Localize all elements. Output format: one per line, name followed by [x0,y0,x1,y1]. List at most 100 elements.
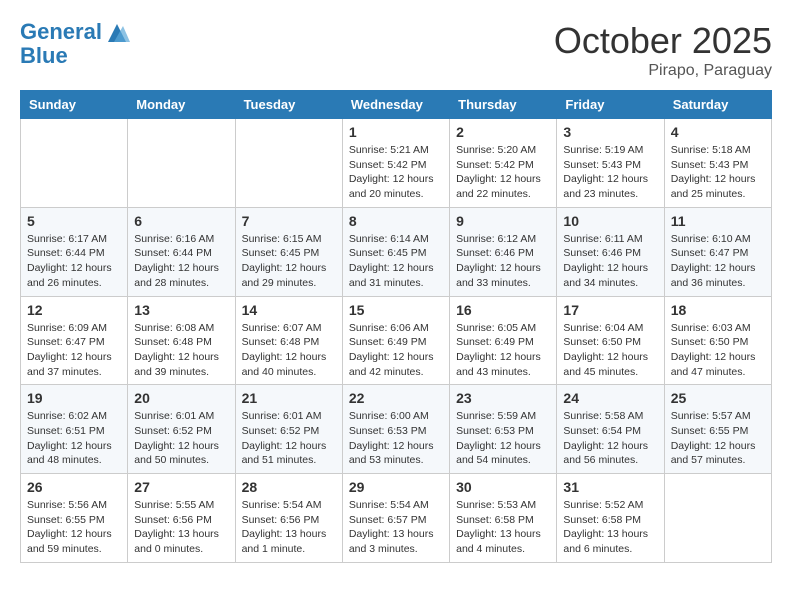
calendar-week-row: 5 Sunrise: 6:17 AM Sunset: 6:44 PM Daylig… [21,207,772,296]
day-number: 10 [563,213,657,229]
calendar-cell: 2 Sunrise: 5:20 AM Sunset: 5:42 PM Daylig… [450,119,557,208]
day-number: 18 [671,302,765,318]
day-number: 31 [563,479,657,495]
day-number: 3 [563,124,657,140]
day-number: 12 [27,302,121,318]
day-of-week-header: Thursday [450,91,557,119]
calendar-cell: 26 Sunrise: 5:56 AM Sunset: 6:55 PM Dayli… [21,474,128,563]
day-number: 26 [27,479,121,495]
day-info: Sunrise: 6:17 AM Sunset: 6:44 PM Dayligh… [27,232,121,291]
day-info: Sunrise: 6:07 AM Sunset: 6:48 PM Dayligh… [242,321,336,380]
day-number: 11 [671,213,765,229]
day-info: Sunrise: 5:56 AM Sunset: 6:55 PM Dayligh… [27,498,121,557]
day-number: 1 [349,124,443,140]
day-number: 16 [456,302,550,318]
day-info: Sunrise: 6:12 AM Sunset: 6:46 PM Dayligh… [456,232,550,291]
page-header: General Blue October 2025 Pirapo, Paragu… [20,20,772,80]
logo-icon [104,22,130,44]
calendar-cell: 27 Sunrise: 5:55 AM Sunset: 6:56 PM Dayli… [128,474,235,563]
title-block: October 2025 Pirapo, Paraguay [554,20,772,80]
day-number: 9 [456,213,550,229]
day-info: Sunrise: 5:53 AM Sunset: 6:58 PM Dayligh… [456,498,550,557]
day-number: 30 [456,479,550,495]
day-of-week-header: Tuesday [235,91,342,119]
calendar-cell: 22Sunrise: 6:00 AM Sunset: 6:53 PM Dayli… [342,385,449,474]
calendar-cell: 19 Sunrise: 6:02 AM Sunset: 6:51 PM Dayli… [21,385,128,474]
calendar-cell: 29 Sunrise: 5:54 AM Sunset: 6:57 PM Dayli… [342,474,449,563]
day-number: 20 [134,390,228,406]
calendar-cell: 14 Sunrise: 6:07 AM Sunset: 6:48 PM Dayli… [235,296,342,385]
day-info: Sunrise: 6:03 AM Sunset: 6:50 PM Dayligh… [671,321,765,380]
day-number: 17 [563,302,657,318]
day-info: Sunrise: 5:57 AM Sunset: 6:55 PM Dayligh… [671,409,765,468]
day-number: 7 [242,213,336,229]
day-info: Sunrise: 6:01 AM Sunset: 6:52 PM Dayligh… [242,409,336,468]
calendar-cell: 30 Sunrise: 5:53 AM Sunset: 6:58 PM Dayli… [450,474,557,563]
day-info: Sunrise: 5:18 AM Sunset: 5:43 PM Dayligh… [671,143,765,202]
day-number: 28 [242,479,336,495]
day-number: 13 [134,302,228,318]
location-subtitle: Pirapo, Paraguay [554,62,772,80]
day-info: Sunrise: 5:55 AM Sunset: 6:56 PM Dayligh… [134,498,228,557]
calendar-cell: 17Sunrise: 6:04 AM Sunset: 6:50 PM Dayli… [557,296,664,385]
day-info: Sunrise: 5:54 AM Sunset: 6:56 PM Dayligh… [242,498,336,557]
calendar-cell [664,474,771,563]
day-info: Sunrise: 6:01 AM Sunset: 6:52 PM Dayligh… [134,409,228,468]
day-number: 21 [242,390,336,406]
calendar-table: SundayMondayTuesdayWednesdayThursdayFrid… [20,90,772,563]
calendar-cell: 10 Sunrise: 6:11 AM Sunset: 6:46 PM Dayli… [557,207,664,296]
day-number: 19 [27,390,121,406]
calendar-cell: 28 Sunrise: 5:54 AM Sunset: 6:56 PM Dayli… [235,474,342,563]
day-info: Sunrise: 6:10 AM Sunset: 6:47 PM Dayligh… [671,232,765,291]
day-info: Sunrise: 6:11 AM Sunset: 6:46 PM Dayligh… [563,232,657,291]
day-info: Sunrise: 6:14 AM Sunset: 6:45 PM Dayligh… [349,232,443,291]
day-number: 15 [349,302,443,318]
day-number: 14 [242,302,336,318]
day-number: 4 [671,124,765,140]
day-info: Sunrise: 5:20 AM Sunset: 5:42 PM Dayligh… [456,143,550,202]
day-number: 29 [349,479,443,495]
day-number: 8 [349,213,443,229]
day-number: 24 [563,390,657,406]
month-title: October 2025 [554,20,772,62]
calendar-cell [235,119,342,208]
calendar-cell [21,119,128,208]
day-number: 27 [134,479,228,495]
calendar-cell: 15Sunrise: 6:06 AM Sunset: 6:49 PM Dayli… [342,296,449,385]
logo-line2: Blue [20,44,132,68]
calendar-week-row: 19 Sunrise: 6:02 AM Sunset: 6:51 PM Dayli… [21,385,772,474]
day-info: Sunrise: 5:52 AM Sunset: 6:58 PM Dayligh… [563,498,657,557]
day-info: Sunrise: 6:15 AM Sunset: 6:45 PM Dayligh… [242,232,336,291]
calendar-cell: 1 Sunrise: 5:21 AM Sunset: 5:42 PM Daylig… [342,119,449,208]
day-number: 2 [456,124,550,140]
calendar-cell: 6Sunrise: 6:16 AM Sunset: 6:44 PM Daylig… [128,207,235,296]
calendar-cell: 4 Sunrise: 5:18 AM Sunset: 5:43 PM Daylig… [664,119,771,208]
calendar-cell: 13Sunrise: 6:08 AM Sunset: 6:48 PM Dayli… [128,296,235,385]
day-info: Sunrise: 6:05 AM Sunset: 6:49 PM Dayligh… [456,321,550,380]
calendar-cell: 24 Sunrise: 5:58 AM Sunset: 6:54 PM Dayli… [557,385,664,474]
calendar-cell: 25 Sunrise: 5:57 AM Sunset: 6:55 PM Dayli… [664,385,771,474]
calendar-cell: 7 Sunrise: 6:15 AM Sunset: 6:45 PM Daylig… [235,207,342,296]
calendar-cell: 12Sunrise: 6:09 AM Sunset: 6:47 PM Dayli… [21,296,128,385]
calendar-cell: 20 Sunrise: 6:01 AM Sunset: 6:52 PM Dayli… [128,385,235,474]
day-info: Sunrise: 5:54 AM Sunset: 6:57 PM Dayligh… [349,498,443,557]
logo: General Blue [20,20,132,68]
days-header-row: SundayMondayTuesdayWednesdayThursdayFrid… [21,91,772,119]
day-of-week-header: Monday [128,91,235,119]
day-info: Sunrise: 6:00 AM Sunset: 6:53 PM Dayligh… [349,409,443,468]
calendar-cell: 31 Sunrise: 5:52 AM Sunset: 6:58 PM Dayli… [557,474,664,563]
day-info: Sunrise: 5:21 AM Sunset: 5:42 PM Dayligh… [349,143,443,202]
day-number: 5 [27,213,121,229]
calendar-cell: 18 Sunrise: 6:03 AM Sunset: 6:50 PM Dayli… [664,296,771,385]
logo-text: General [20,20,132,44]
calendar-week-row: 26 Sunrise: 5:56 AM Sunset: 6:55 PM Dayli… [21,474,772,563]
calendar-cell: 23Sunrise: 5:59 AM Sunset: 6:53 PM Dayli… [450,385,557,474]
calendar-cell: 3 Sunrise: 5:19 AM Sunset: 5:43 PM Daylig… [557,119,664,208]
day-of-week-header: Sunday [21,91,128,119]
day-number: 25 [671,390,765,406]
calendar-cell: 8 Sunrise: 6:14 AM Sunset: 6:45 PM Daylig… [342,207,449,296]
day-info: Sunrise: 5:58 AM Sunset: 6:54 PM Dayligh… [563,409,657,468]
calendar-cell: 16 Sunrise: 6:05 AM Sunset: 6:49 PM Dayli… [450,296,557,385]
day-info: Sunrise: 6:02 AM Sunset: 6:51 PM Dayligh… [27,409,121,468]
day-info: Sunrise: 5:19 AM Sunset: 5:43 PM Dayligh… [563,143,657,202]
